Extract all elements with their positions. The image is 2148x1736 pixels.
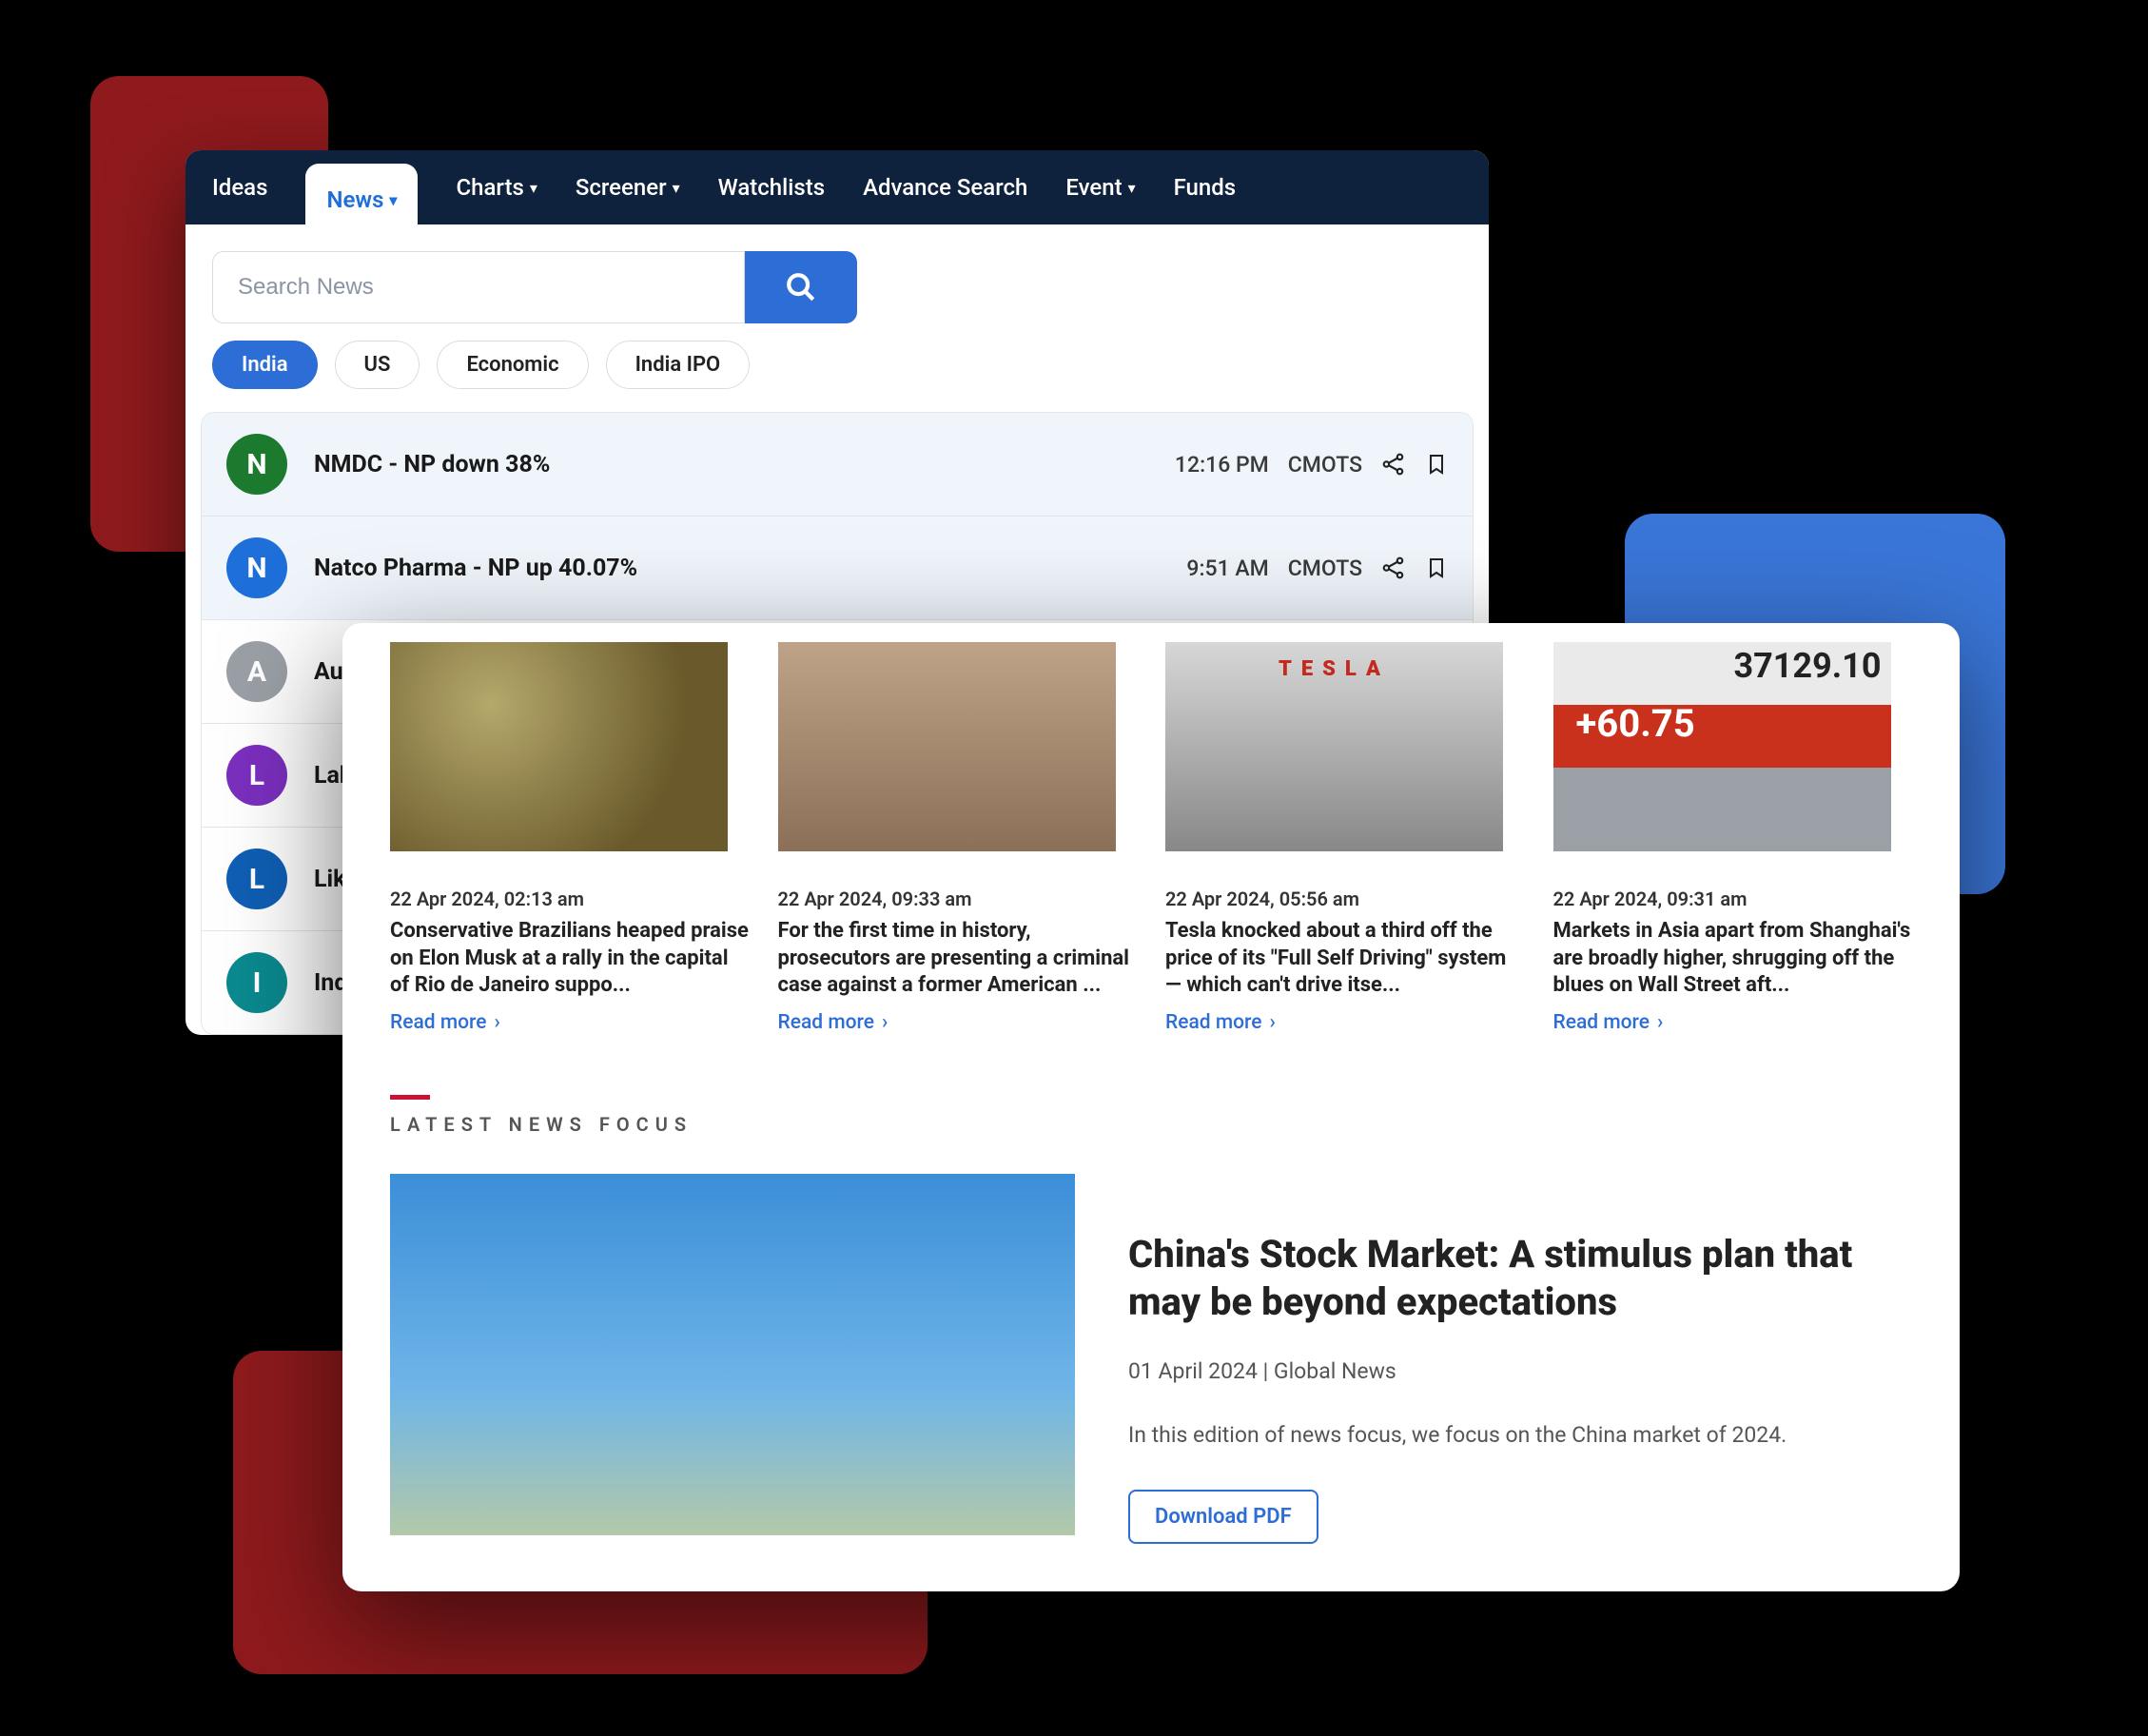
chevron-right-icon: › bbox=[1270, 1011, 1276, 1034]
focus-description: In this edition of news focus, we focus … bbox=[1128, 1422, 1912, 1448]
top-nav: Ideas News ▾ Charts ▾ Screener ▾ Watchlists Adva… bbox=[186, 150, 1489, 224]
news-card-image: TESLA bbox=[1165, 642, 1503, 851]
chevron-right-icon: › bbox=[1657, 1011, 1663, 1034]
news-source: CMOTS bbox=[1288, 556, 1362, 581]
news-headline: NMDC - NP down 38% bbox=[314, 451, 1148, 478]
news-card-title: Markets in Asia apart from Shanghai's ar… bbox=[1553, 918, 1913, 1000]
read-more-label: Read more bbox=[778, 1011, 875, 1034]
news-card[interactable]: 22 Apr 2024, 02:13 am Conservative Brazil… bbox=[390, 642, 750, 1034]
filter-us[interactable]: US bbox=[335, 341, 420, 389]
avatar: L bbox=[226, 848, 287, 909]
nav-screener[interactable]: Screener ▾ bbox=[576, 150, 680, 224]
news-focus: China's Stock Market: A stimulus plan th… bbox=[390, 1174, 1912, 1544]
chevron-down-icon: ▾ bbox=[530, 179, 537, 197]
nav-label: Screener bbox=[576, 174, 667, 201]
focus-sep: | bbox=[1258, 1358, 1274, 1384]
nav-label: Advance Search bbox=[863, 174, 1027, 201]
news-card-image bbox=[778, 642, 1116, 851]
read-more-link[interactable]: Read more › bbox=[1165, 1011, 1525, 1034]
nav-label: Charts bbox=[456, 174, 523, 201]
read-more-link[interactable]: Read more › bbox=[778, 1011, 1138, 1034]
nav-label: Ideas bbox=[212, 174, 267, 201]
news-card-date: 22 Apr 2024, 05:56 am bbox=[1165, 888, 1525, 910]
news-card-title: For the first time in history, prosecuto… bbox=[778, 918, 1138, 1000]
read-more-link[interactable]: Read more › bbox=[1553, 1011, 1913, 1034]
nav-label: Event bbox=[1065, 174, 1122, 201]
news-card[interactable]: 22 Apr 2024, 09:33 am For the first time … bbox=[778, 642, 1138, 1034]
search-icon bbox=[785, 271, 817, 303]
news-time: 12:16 PM bbox=[1175, 452, 1269, 478]
focus-body: China's Stock Market: A stimulus plan th… bbox=[1128, 1174, 1912, 1544]
avatar: N bbox=[226, 537, 287, 598]
nav-event[interactable]: Event ▾ bbox=[1065, 150, 1135, 224]
chevron-right-icon: › bbox=[495, 1011, 500, 1034]
nav-funds[interactable]: Funds bbox=[1174, 150, 1237, 224]
news-row[interactable]: N NMDC - NP down 38% 12:16 PM CMOTS bbox=[202, 413, 1473, 517]
search-input[interactable] bbox=[212, 251, 745, 323]
read-more-link[interactable]: Read more › bbox=[390, 1011, 750, 1034]
nav-label: Watchlists bbox=[718, 174, 825, 201]
section-label: LATEST NEWS FOCUS bbox=[390, 1113, 1912, 1136]
chevron-down-icon: ▾ bbox=[1128, 179, 1136, 197]
news-row[interactable]: N Natco Pharma - NP up 40.07% 9:51 AM CMOTS bbox=[202, 517, 1473, 620]
read-more-label: Read more bbox=[1165, 1011, 1262, 1034]
avatar: L bbox=[226, 745, 287, 806]
bookmark-icon[interactable] bbox=[1425, 556, 1448, 580]
focus-date: 01 April 2024 bbox=[1128, 1358, 1258, 1384]
search-button[interactable] bbox=[745, 251, 857, 323]
news-cards-panel: 22 Apr 2024, 02:13 am Conservative Brazil… bbox=[342, 623, 1960, 1591]
section-divider bbox=[390, 1095, 430, 1100]
news-card-image: 37129.10 +60.75 bbox=[1553, 642, 1891, 851]
news-card[interactable]: TESLA 22 Apr 2024, 05:56 am Tesla knocked … bbox=[1165, 642, 1525, 1034]
filter-india-ipo[interactable]: India IPO bbox=[606, 341, 751, 389]
avatar: N bbox=[226, 434, 287, 495]
filter-india[interactable]: India bbox=[212, 341, 318, 389]
filter-economic[interactable]: Economic bbox=[437, 341, 588, 389]
news-card-date: 22 Apr 2024, 09:33 am bbox=[778, 888, 1138, 910]
news-card[interactable]: 37129.10 +60.75 22 Apr 2024, 09:31 am Marke… bbox=[1553, 642, 1913, 1034]
share-icon[interactable] bbox=[1381, 452, 1406, 477]
news-meta: 9:51 AM CMOTS bbox=[1186, 556, 1448, 581]
news-card-date: 22 Apr 2024, 09:31 am bbox=[1553, 888, 1913, 910]
focus-image bbox=[390, 1174, 1075, 1535]
chevron-down-icon: ▾ bbox=[389, 191, 397, 209]
focus-meta: 01 April 2024 | Global News bbox=[1128, 1358, 1912, 1384]
share-icon[interactable] bbox=[1381, 556, 1406, 580]
nav-label: Funds bbox=[1174, 174, 1237, 201]
stock-index-delta: +60.75 bbox=[1576, 701, 1695, 746]
news-source: CMOTS bbox=[1288, 452, 1362, 478]
nav-label: News bbox=[326, 186, 383, 213]
news-meta: 12:16 PM CMOTS bbox=[1175, 452, 1448, 478]
nav-advance-search[interactable]: Advance Search bbox=[863, 150, 1027, 224]
news-card-title: Tesla knocked about a third off the pric… bbox=[1165, 918, 1525, 1000]
news-cards-row: 22 Apr 2024, 02:13 am Conservative Brazil… bbox=[390, 642, 1912, 1034]
bookmark-icon[interactable] bbox=[1425, 452, 1448, 477]
avatar: I bbox=[226, 952, 287, 1013]
search-row bbox=[186, 224, 1489, 341]
news-card-date: 22 Apr 2024, 02:13 am bbox=[390, 888, 750, 910]
focus-category: Global News bbox=[1274, 1358, 1396, 1384]
nav-watchlists[interactable]: Watchlists bbox=[718, 150, 825, 224]
nav-charts[interactable]: Charts ▾ bbox=[456, 150, 537, 224]
avatar: A bbox=[226, 641, 287, 702]
nav-news[interactable]: News ▾ bbox=[305, 164, 418, 224]
news-time: 9:51 AM bbox=[1186, 556, 1268, 581]
nav-ideas[interactable]: Ideas bbox=[212, 150, 267, 224]
news-card-image bbox=[390, 642, 728, 851]
download-pdf-button[interactable]: Download PDF bbox=[1128, 1490, 1318, 1544]
read-more-label: Read more bbox=[1553, 1011, 1650, 1034]
filter-chips: India US Economic India IPO bbox=[186, 341, 1489, 412]
chevron-right-icon: › bbox=[882, 1011, 888, 1034]
news-card-title: Conservative Brazilians heaped praise on… bbox=[390, 918, 750, 1000]
tesla-logo-text: TESLA bbox=[1279, 657, 1390, 681]
chevron-down-icon: ▾ bbox=[673, 179, 680, 197]
news-headline: Natco Pharma - NP up 40.07% bbox=[314, 555, 1160, 582]
read-more-label: Read more bbox=[390, 1011, 487, 1034]
focus-title: China's Stock Market: A stimulus plan th… bbox=[1128, 1231, 1912, 1326]
stock-index-value: 37129.10 bbox=[1733, 646, 1881, 686]
